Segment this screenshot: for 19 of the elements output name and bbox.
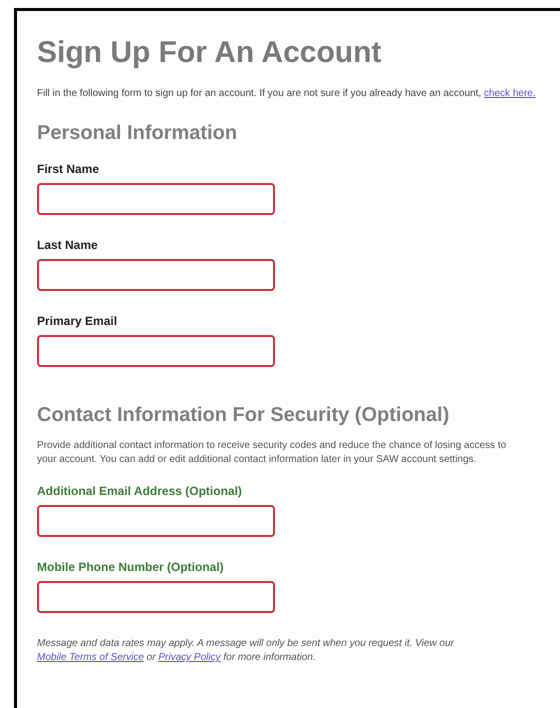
field-label: First Name (37, 161, 100, 177)
field-label: Last Name (37, 237, 99, 253)
section-heading: Contact Information For Security (Optional) (37, 403, 450, 427)
text-link[interactable]: Privacy Policy (158, 652, 221, 663)
text-link[interactable]: check here. (484, 88, 536, 99)
field-label: Primary Email (37, 313, 118, 329)
input-field[interactable] (37, 335, 275, 367)
field-label: Additional Email Address (Optional) (37, 483, 243, 499)
section-description: Provide additional contact information to receive security codes and reduce the chance of losing access to your account. You can add or edit additional contact information later in your SAW account settings. (37, 439, 508, 467)
section-heading: Personal Information (37, 121, 238, 145)
disclaimer-text: Message and data rates may apply. A message will only be sent when you request it. View our Mobile Terms of Service or Privacy Policy for more information. (37, 637, 455, 665)
input-field[interactable] (37, 581, 275, 613)
input-field[interactable] (37, 505, 275, 537)
page-title: Sign Up For An Account (37, 35, 382, 71)
field-label: Mobile Phone Number (Optional) (37, 559, 225, 575)
intro-text: Fill in the following form to sign up for an account. If you are not sure if you already have an account, check here. (37, 87, 537, 101)
text-link[interactable]: Mobile Terms of Service (37, 652, 144, 663)
input-field[interactable] (37, 183, 275, 215)
input-field[interactable] (37, 259, 275, 291)
